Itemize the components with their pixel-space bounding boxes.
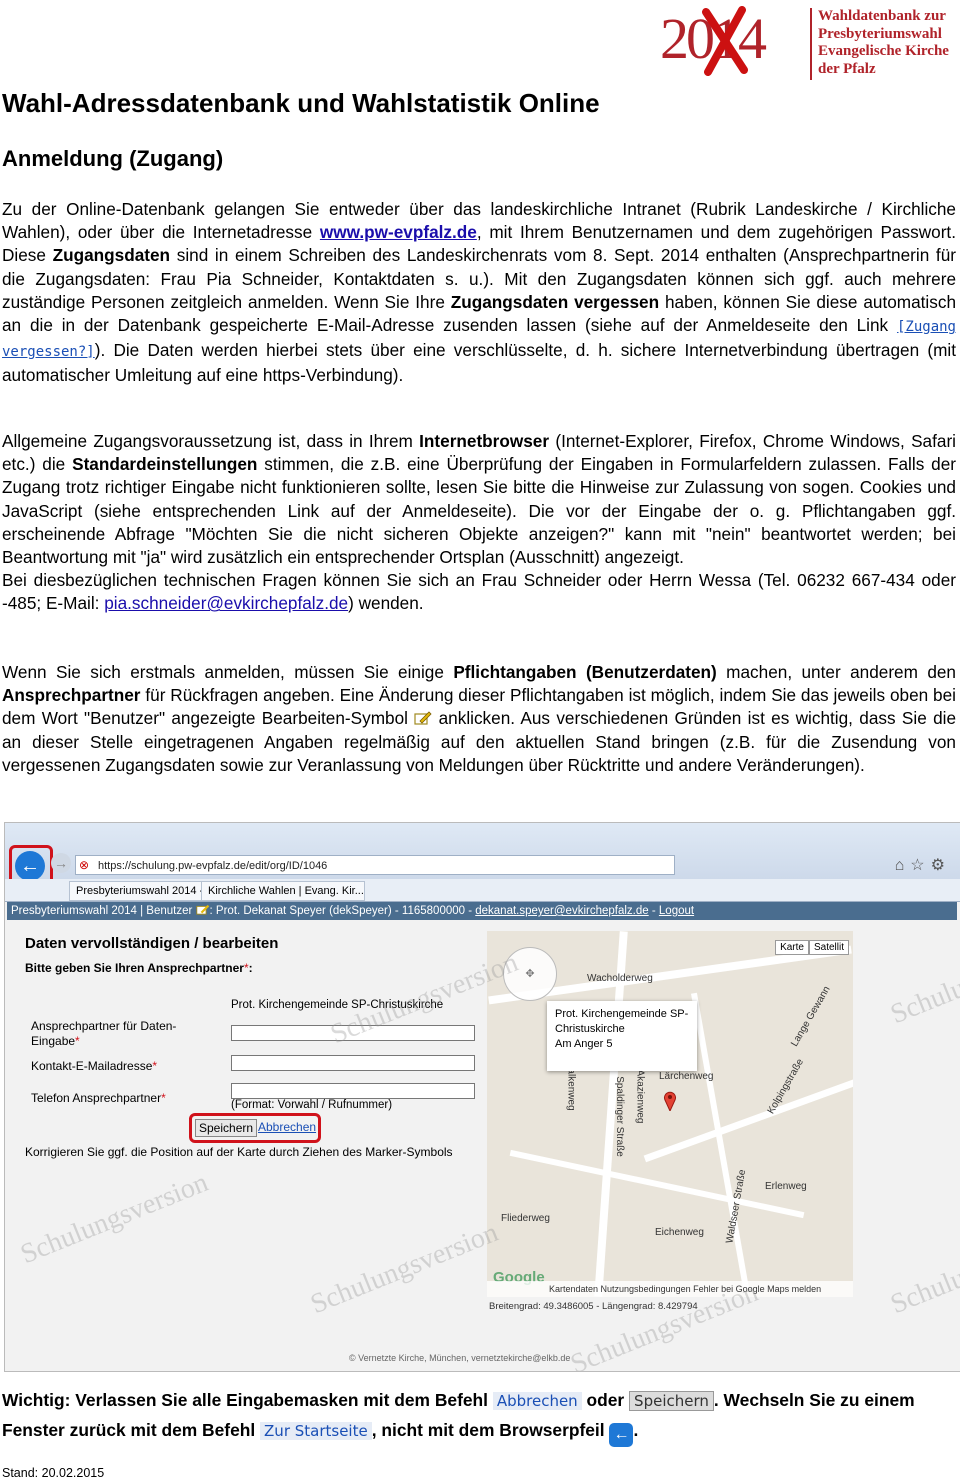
- user-data-form: Daten vervollständigen / bearbeiten Bitt…: [19, 931, 499, 1351]
- contact-input[interactable]: [231, 1025, 475, 1041]
- paragraph-mandatory: Wenn Sie sich erstmals anmelden, müssen …: [2, 662, 957, 775]
- street-label: Eichenweg: [655, 1227, 704, 1238]
- logout-link[interactable]: Logout: [659, 905, 694, 917]
- tab-strip: Presbyteriumswahl 2014 - ... Kirchliche …: [5, 879, 960, 902]
- back-arrow-icon: ←: [609, 1423, 634, 1447]
- footer-date: Stand: 20.02.2015: [2, 1466, 105, 1480]
- org-name: Prot. Kirchengemeinde SP-Christuskirche: [231, 999, 444, 1011]
- home-command: Zur Startseite: [260, 1422, 372, 1440]
- toolbar-icons: ⌂☆⚙: [894, 857, 951, 874]
- coordinates: Breitengrad: 49.3486005 - Längengrad: 8.…: [489, 1301, 698, 1312]
- logo-divider: [810, 8, 812, 80]
- street-label: Spaldinger Straße: [613, 1076, 625, 1157]
- form-hint: Bitte geben Sie Ihren Ansprechpartner*:: [25, 961, 253, 975]
- email-input[interactable]: [231, 1055, 475, 1071]
- user-email-link[interactable]: dekanat.speyer@evkirchepfalz.de: [475, 905, 648, 917]
- cross-mark-icon: [702, 6, 748, 76]
- email-link[interactable]: pia.schneider@evkirchepfalz.de: [104, 593, 348, 613]
- app-header-bar: Presbyteriumswahl 2014 | Benutzer : Prot…: [7, 902, 957, 920]
- tab-kirchliche-wahlen[interactable]: Kirchliche Wahlen | Evang. Kir...: [201, 881, 365, 901]
- security-icon: ⊗: [79, 858, 90, 872]
- street-label: Akazienweg: [634, 1069, 646, 1124]
- street-label: Erlenweg: [765, 1181, 807, 1192]
- tab-presbyteriumswahl[interactable]: Presbyteriumswahl 2014 - ...: [69, 881, 213, 901]
- edit-icon[interactable]: [195, 904, 210, 915]
- map-footer: Kartendaten Nutzungsbedingungen Fehler b…: [487, 1281, 853, 1297]
- watermark: Schulungsversion: [886, 1216, 960, 1321]
- street-label: Wacholderweg: [587, 973, 653, 984]
- section-title: Anmeldung (Zugang): [2, 146, 224, 171]
- website-link[interactable]: www.pw-evpfalz.de: [320, 222, 477, 242]
- label-email: Kontakt-E-Mailadresse*: [31, 1059, 158, 1073]
- cancel-command: Abbrechen: [492, 1392, 582, 1410]
- save-command: Speichern: [629, 1391, 714, 1411]
- phone-format-hint: (Format: Vorwahl / Rufnummer): [231, 1099, 393, 1111]
- browser-screenshot: ← → https://schulung.pw-evpfalz.de/edit/…: [4, 822, 960, 1372]
- highlight-buttons: [189, 1113, 321, 1143]
- logo-text: Wahldatenbank zur Presbyteriumswahl Evan…: [818, 8, 949, 77]
- phone-input[interactable]: [231, 1083, 475, 1099]
- satellite-button[interactable]: Satellit: [808, 940, 849, 955]
- map[interactable]: Spaldinger Straße Falkenweg Akazienweg E…: [487, 931, 853, 1297]
- label-phone: Telefon Ansprechpartner*: [31, 1091, 166, 1105]
- page-title: Wahl-Adressdatenbank und Wahlstatistik O…: [2, 88, 600, 118]
- paragraph-requirements: Allgemeine Zugangsvoraussetzung ist, das…: [2, 431, 956, 614]
- paragraph-login: Zu der Online-Datenbank gelangen Sie ent…: [2, 199, 956, 386]
- pan-control[interactable]: ✥: [503, 947, 557, 1001]
- address-bar[interactable]: https://schulung.pw-evpfalz.de/edit/org/…: [75, 855, 675, 875]
- map-marker-icon[interactable]: [663, 1091, 677, 1111]
- street-label: Fliederweg: [501, 1213, 550, 1224]
- map-button[interactable]: Karte: [775, 940, 809, 955]
- important-note: Wichtig: Verlassen Sie alle Eingabemaske…: [2, 1386, 958, 1447]
- watermark: Schulungsversion: [886, 926, 960, 1031]
- street-label: Lange Gewann: [789, 984, 833, 1049]
- map-info-window: Prot. Kirchengemeinde SP- Christuskirche…: [547, 1001, 697, 1071]
- form-title: Daten vervollständigen / bearbeiten: [25, 935, 279, 952]
- screenshot-footer: © Vernetzte Kirche, München, vernetzteki…: [349, 1353, 571, 1363]
- edit-icon: [414, 711, 432, 726]
- map-type-buttons: Karte Satellit: [775, 937, 849, 955]
- street-label: Lärchenweg: [659, 1071, 714, 1082]
- logo: 2014 Wahldatenbank zur Presbyteriumswahl…: [658, 4, 958, 84]
- forward-arrow-icon[interactable]: →: [51, 853, 71, 873]
- marker-hint: Korrigieren Sie ggf. die Position auf de…: [25, 1145, 453, 1159]
- label-contact: Ansprechpartner für Daten-Eingabe*: [31, 1019, 177, 1048]
